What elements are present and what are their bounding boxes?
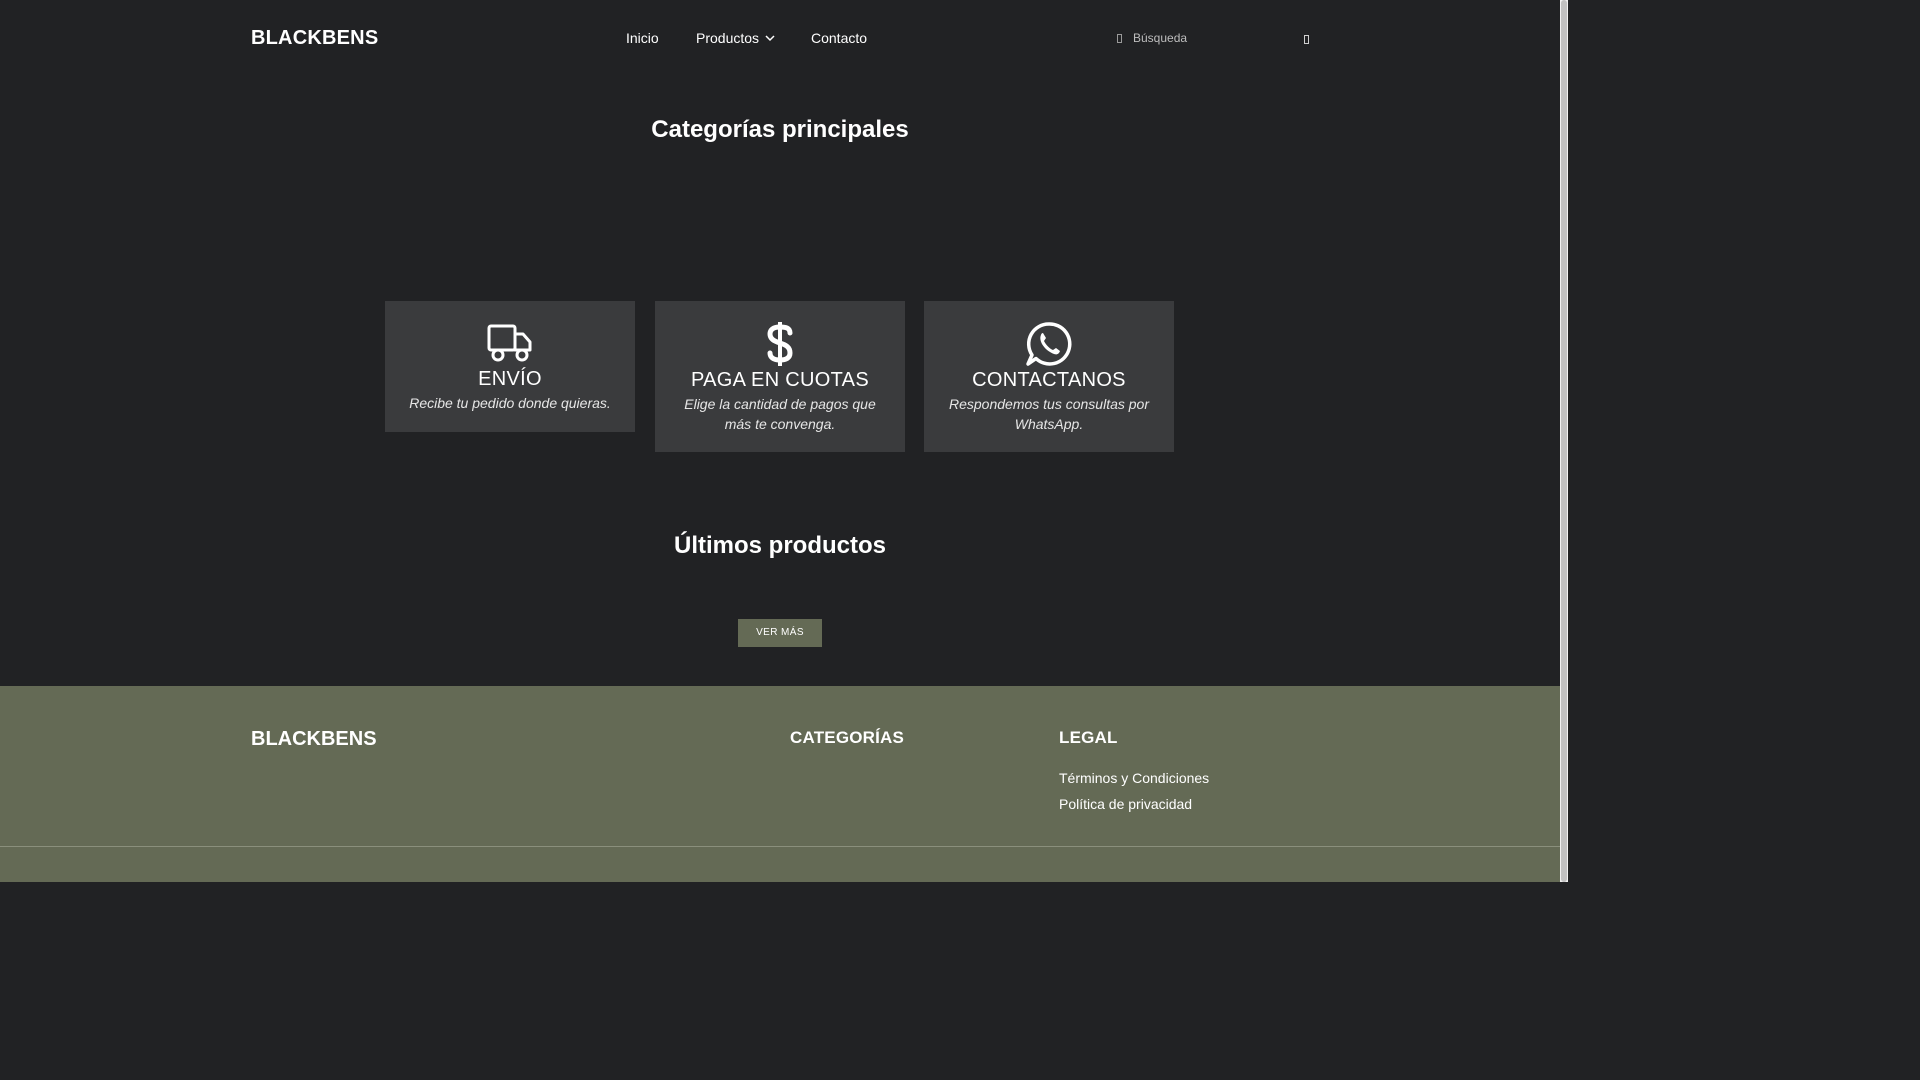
footer-link-terminos[interactable]: Términos y Condiciones — [1059, 770, 1209, 786]
feature-description: Recibe tu pedido donde quieras. — [409, 395, 611, 411]
latest-products-title: Últimos productos — [673, 532, 886, 559]
search-input[interactable] — [1133, 28, 1293, 48]
whatsapp-icon — [1026, 322, 1072, 366]
feature-card-cuotas: PAGA EN CUOTAS Elige la cantidad de pago… — [655, 301, 905, 452]
feature-title: ENVÍO — [478, 368, 542, 390]
search-submit-icon[interactable] — [1304, 35, 1309, 44]
footer-legal-heading: LEGAL — [1059, 728, 1118, 747]
header: BLACKBENS Inicio Productos Contacto — [0, 0, 1560, 76]
nav-item-contacto[interactable]: Contacto — [811, 30, 867, 46]
search-icon — [1117, 34, 1122, 43]
feature-card-contactanos: CONTACTANOS Respondemos tus consultas po… — [924, 301, 1174, 452]
ver-mas-button[interactable]: VER MÁS — [738, 619, 822, 647]
scrollbar-thumb[interactable] — [1561, 0, 1567, 882]
page: BLACKBENS Inicio Productos Contacto Cate… — [0, 0, 1560, 882]
feature-description: Respondemos tus consultas por WhatsApp. — [949, 396, 1149, 432]
dollar-icon-wrap — [655, 321, 905, 367]
footer-categories-heading: CATEGORÍAS — [790, 728, 905, 747]
nav-item-inicio[interactable]: Inicio — [626, 30, 659, 46]
site-logo[interactable]: BLACKBENS — [251, 27, 378, 50]
truck-icon-wrap — [385, 323, 635, 363]
categories-title: Categorías principales — [651, 116, 909, 143]
chevron-down-icon — [765, 35, 775, 42]
footer-divider — [0, 846, 1560, 847]
dollar-icon — [767, 322, 793, 366]
feature-title: CONTACTANOS — [972, 369, 1126, 391]
feature-card-envio: ENVÍO Recibe tu pedido donde quieras. — [385, 301, 635, 432]
footer-link-privacidad[interactable]: Política de privacidad — [1059, 796, 1192, 812]
truck-icon — [487, 324, 532, 362]
whatsapp-icon-wrap — [924, 320, 1174, 368]
feature-description: Elige la cantidad de pagos que más te co… — [684, 396, 876, 432]
footer: BLACKBENS CATEGORÍAS LEGAL Términos y Co… — [0, 686, 1560, 882]
nav-item-productos[interactable]: Productos — [696, 30, 775, 46]
nav-item-label: Productos — [696, 30, 760, 46]
search-box — [1113, 26, 1313, 52]
nav-item-label: Contacto — [811, 30, 868, 46]
nav-item-label: Inicio — [626, 30, 659, 46]
feature-title: PAGA EN CUOTAS — [691, 369, 869, 391]
footer-logo[interactable]: BLACKBENS — [251, 728, 377, 751]
